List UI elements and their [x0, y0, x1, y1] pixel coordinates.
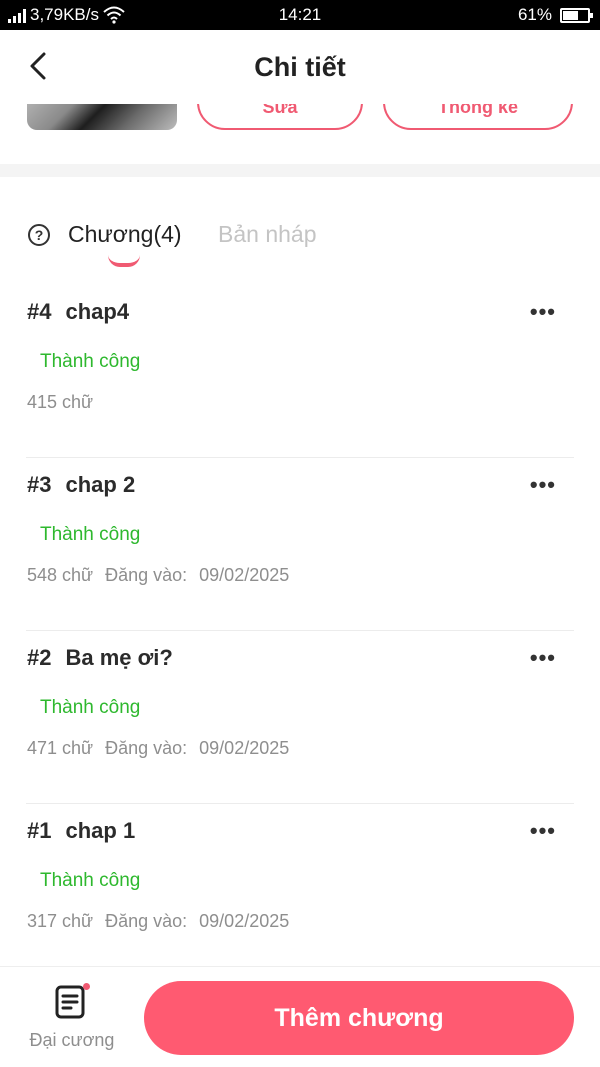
- chapter-status: Thành công: [40, 870, 141, 891]
- book-card: Sửa Thống kê: [0, 104, 600, 164]
- published-date: 09/02/2025: [199, 565, 290, 585]
- chapter-status: Thành công: [40, 524, 141, 545]
- question-circle-icon[interactable]: ?: [28, 224, 50, 246]
- battery-fill: [563, 10, 578, 20]
- chapter-number: #3: [27, 472, 52, 497]
- chapter-item[interactable]: #2 Ba mẹ ơi? ••• Thành công 471 chữ Đăng v…: [26, 631, 574, 804]
- published-date: 09/02/2025: [199, 911, 290, 931]
- edit-button[interactable]: Sửa: [197, 104, 363, 130]
- tab-drafts[interactable]: Bản nháp: [218, 221, 316, 248]
- chapter-list: #4 chap4 ••• Thành công 415 chữ #3 chap 2 …: [0, 285, 600, 977]
- more-options-icon[interactable]: •••: [530, 472, 556, 498]
- more-options-icon[interactable]: •••: [530, 645, 556, 671]
- published-label: Đăng vào:: [105, 738, 188, 758]
- chapter-status: Thành công: [40, 697, 141, 718]
- word-count: 415 chữ: [27, 392, 94, 412]
- chapter-meta: 415 chữ: [27, 392, 93, 413]
- chapter-name: Ba mẹ ơi?: [65, 645, 173, 670]
- chapter-name: chap 1: [65, 818, 136, 843]
- published-label: Đăng vào:: [105, 565, 188, 585]
- chapter-item[interactable]: #3 chap 2 ••• Thành công 548 chữ Đăng vào:…: [26, 458, 574, 631]
- add-chapter-button[interactable]: Thêm chương: [144, 981, 574, 1055]
- chapter-name: chap4: [65, 299, 130, 324]
- document-list-icon: [55, 985, 85, 1019]
- published-label: Đăng vào:: [105, 911, 188, 931]
- tab-active-indicator: [108, 255, 140, 267]
- chapter-item[interactable]: #4 chap4 ••• Thành công 415 chữ: [26, 285, 574, 458]
- book-cover-image[interactable]: [27, 104, 177, 130]
- status-bar: 3,79KB/s 14:21 61%: [0, 0, 600, 30]
- tab-chapters[interactable]: Chương(4): [68, 221, 182, 248]
- status-right: 61%: [517, 5, 593, 25]
- chapter-title: #1 chap 1: [27, 818, 135, 844]
- chapter-title: #3 chap 2: [27, 472, 135, 498]
- chapter-status: Thành công: [40, 351, 141, 372]
- battery-icon: [560, 7, 593, 23]
- app-header: Chi tiết: [0, 30, 600, 104]
- more-options-icon[interactable]: •••: [530, 818, 556, 844]
- statistics-button[interactable]: Thống kê: [383, 104, 573, 130]
- bottom-action-bar: Đại cương Thêm chương: [0, 966, 600, 1067]
- chapter-title: #4 chap4: [27, 299, 129, 325]
- published-date: 09/02/2025: [199, 738, 290, 758]
- section-divider: [0, 164, 600, 177]
- outline-button[interactable]: Đại cương: [20, 983, 124, 1057]
- chapter-number: #2: [27, 645, 52, 670]
- chapter-tabs: ? Chương(4) Bản nháp: [0, 205, 600, 275]
- outline-label: Đại cương: [29, 1030, 115, 1050]
- word-count: 317 chữ: [27, 911, 94, 931]
- chapter-meta: 317 chữ Đăng vào: 09/02/2025: [27, 911, 289, 932]
- more-options-icon[interactable]: •••: [530, 299, 556, 325]
- page-title: Chi tiết: [254, 52, 346, 82]
- chapter-meta: 548 chữ Đăng vào: 09/02/2025: [27, 565, 289, 586]
- battery-percent: 61%: [517, 5, 552, 24]
- chapter-title: #2 Ba mẹ ơi?: [27, 645, 173, 671]
- chapter-number: #4: [27, 299, 52, 324]
- notification-dot: [83, 983, 90, 990]
- chapter-meta: 471 chữ Đăng vào: 09/02/2025: [27, 738, 289, 759]
- word-count: 471 chữ: [27, 738, 94, 758]
- chapter-name: chap 2: [65, 472, 136, 497]
- chapter-item[interactable]: #1 chap 1 ••• Thành công 317 chữ Đăng vào:…: [26, 804, 574, 977]
- status-time: 14:21: [278, 5, 322, 24]
- chapter-number: #1: [27, 818, 52, 843]
- word-count: 548 chữ: [27, 565, 94, 585]
